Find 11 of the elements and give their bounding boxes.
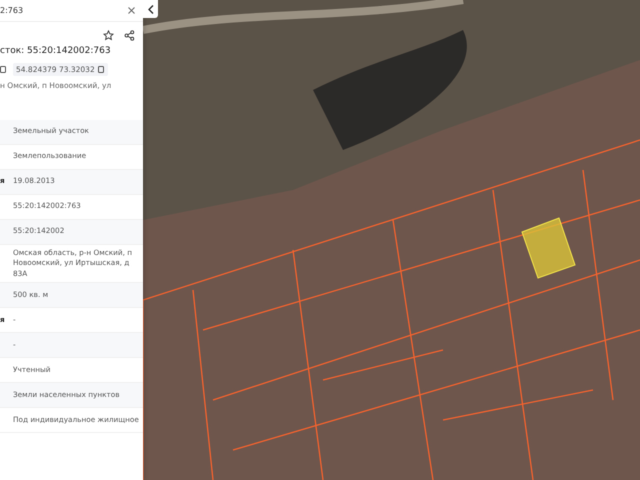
copy-icon[interactable] <box>0 65 7 74</box>
collapse-panel-button[interactable] <box>143 0 158 18</box>
copy-icon[interactable] <box>98 65 105 74</box>
parcel-title: сток: 55:20:142002:763 <box>0 45 112 58</box>
share-icon[interactable] <box>124 30 135 41</box>
chevron-left-icon <box>148 4 154 14</box>
close-icon[interactable] <box>128 7 135 14</box>
selected-parcel[interactable] <box>521 217 576 279</box>
search-value: 2:763 <box>0 4 24 16</box>
star-icon[interactable] <box>103 30 114 41</box>
satellite-map[interactable] <box>143 0 640 480</box>
